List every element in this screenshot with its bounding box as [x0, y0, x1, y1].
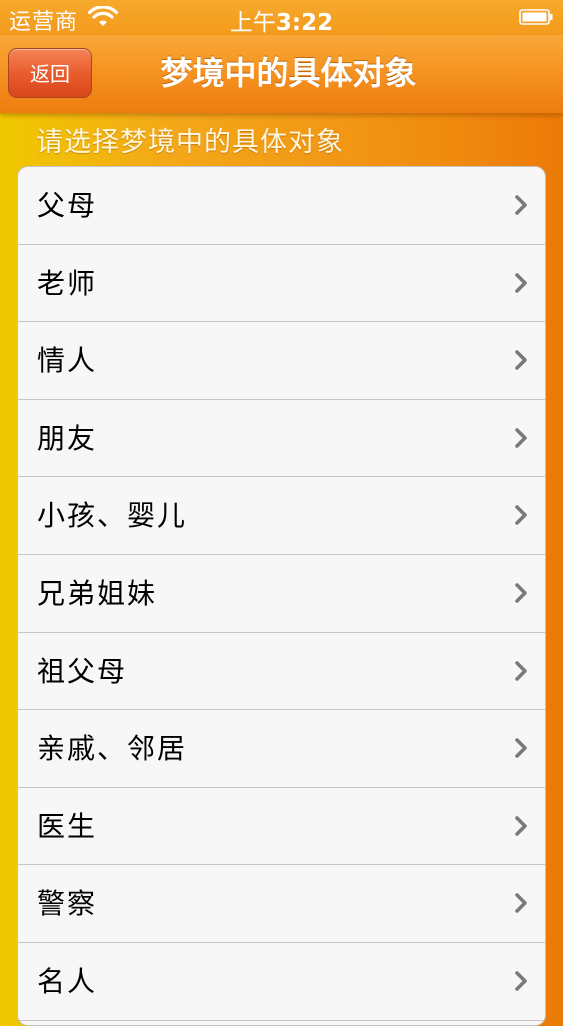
list-item-label: 父母	[37, 189, 98, 222]
list-item-label: 亲戚、邻居	[37, 732, 188, 766]
chevron-right-icon	[515, 427, 527, 448]
status-bar: 运营商 上午3:22	[0, 0, 563, 37]
list-item[interactable]: 名人	[18, 943, 545, 1021]
chevron-right-icon	[515, 971, 527, 991]
list-item[interactable]: 祖父母	[18, 633, 545, 711]
navigation-bar: 返回 梦境中的具体对象	[0, 35, 563, 113]
battery-icon	[519, 9, 553, 25]
list-item[interactable]: 亲戚、邻居	[18, 710, 545, 788]
chevron-right-icon	[515, 815, 527, 836]
chevron-right-icon	[515, 738, 527, 758]
list-item[interactable]: 情人	[18, 322, 545, 400]
list-item[interactable]: 小孩、婴儿	[18, 477, 545, 555]
list-item-label: 名人	[37, 964, 98, 998]
chevron-right-icon	[515, 583, 527, 603]
list-item[interactable]: 警察	[18, 865, 545, 943]
list-item[interactable]: 医生	[18, 788, 545, 866]
chevron-right-icon	[515, 195, 527, 215]
chevron-right-icon	[515, 272, 527, 293]
list-item[interactable]: 老师	[18, 245, 545, 323]
list-item-label: 老师	[37, 266, 98, 300]
section-header: 请选择梦境中的具体对象	[36, 127, 344, 158]
list-item-label: 警察	[37, 887, 98, 921]
chevron-right-icon	[515, 893, 527, 914]
time-value: 3:22	[275, 10, 334, 36]
chevron-right-icon	[515, 350, 527, 370]
chevron-right-icon	[515, 505, 527, 526]
list-item-label: 医生	[37, 809, 98, 843]
dream-object-list: 父母老师情人朋友小孩、婴儿兄弟姐妹祖父母亲戚、邻居医生警察名人	[17, 166, 546, 1026]
list-item[interactable]: 朋友	[18, 400, 545, 478]
list-item-label: 小孩、婴儿	[37, 499, 188, 533]
list-item-label: 兄弟姐妹	[37, 576, 158, 610]
time-prefix: 上午	[229, 10, 276, 36]
list-item[interactable]: 兄弟姐妹	[18, 555, 545, 633]
list-item[interactable]: 父母	[18, 167, 545, 245]
list-item-label: 朋友	[37, 421, 98, 455]
status-clock: 上午3:22	[0, 3, 563, 37]
list-item-label: 情人	[37, 344, 98, 378]
chevron-right-icon	[515, 660, 527, 681]
page-title: 梦境中的具体对象	[160, 54, 417, 92]
list-item-label: 祖父母	[37, 654, 128, 688]
